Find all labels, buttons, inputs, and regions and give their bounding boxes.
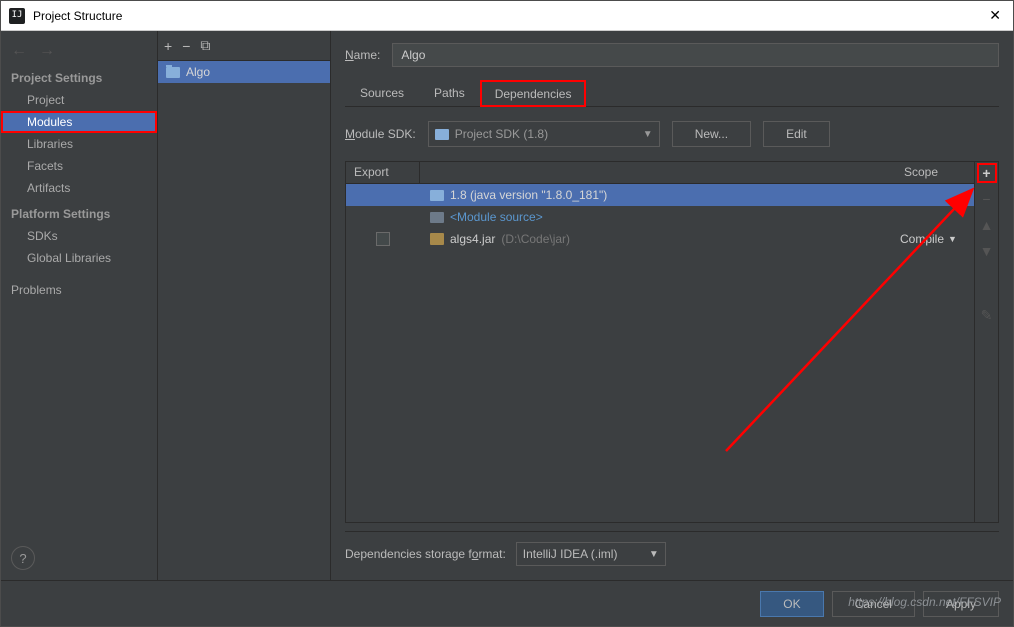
- remove-module-icon[interactable]: −: [182, 38, 190, 54]
- dep-row-algs4[interactable]: algs4.jar (D:\Code\jar) Compile ▼: [346, 228, 974, 250]
- titlebar: IJ Project Structure ✕: [1, 1, 1013, 31]
- help-button[interactable]: ?: [11, 546, 35, 570]
- move-up-button[interactable]: ▲: [978, 216, 996, 234]
- apply-button[interactable]: Apply: [923, 591, 999, 617]
- nav-item-facets[interactable]: Facets: [1, 155, 157, 177]
- deps-side-toolbar: + − ▲ ▼ ✎: [974, 162, 998, 522]
- dep-scope-select[interactable]: Compile ▼: [896, 232, 974, 246]
- project-structure-window: IJ Project Structure ✕ ← → Project Setti…: [0, 0, 1014, 627]
- deps-header-export: Export: [346, 162, 420, 183]
- module-sdk-select[interactable]: Project SDK (1.8) ▼: [428, 121, 660, 147]
- module-tree-panel: + − ⧉ Algo: [157, 31, 331, 580]
- new-sdk-button[interactable]: New...: [672, 121, 751, 147]
- ok-button[interactable]: OK: [760, 591, 823, 617]
- app-icon: IJ: [9, 8, 25, 24]
- main-panel: Name: Sources Paths Dependencies Module …: [331, 31, 1013, 580]
- move-down-button[interactable]: ▼: [978, 242, 996, 260]
- chevron-down-icon: ▼: [649, 549, 659, 560]
- dep-row-module-source[interactable]: <Module source>: [346, 206, 974, 228]
- name-label: Name:: [345, 48, 380, 62]
- dependencies-table: Export Scope 1.8 (java version "1.8.0_18…: [346, 162, 974, 522]
- folder-icon: [430, 190, 444, 201]
- settings-nav: ← → Project Settings Project Modules Lib…: [1, 31, 157, 580]
- tab-paths[interactable]: Paths: [419, 79, 480, 106]
- chevron-down-icon: ▼: [643, 129, 653, 140]
- nav-item-sdks[interactable]: SDKs: [1, 225, 157, 247]
- nav-item-artifacts[interactable]: Artifacts: [1, 177, 157, 199]
- edit-dependency-button[interactable]: ✎: [978, 306, 996, 324]
- nav-item-problems[interactable]: Problems: [1, 279, 157, 301]
- nav-section-platform: Platform Settings: [1, 199, 157, 225]
- tree-item-algo[interactable]: Algo: [158, 61, 330, 83]
- dep-path: (D:\Code\jar): [501, 232, 570, 246]
- tab-dependencies[interactable]: Dependencies: [480, 80, 587, 107]
- dep-text: algs4.jar: [450, 232, 495, 246]
- add-dependency-button[interactable]: +: [978, 164, 996, 182]
- nav-item-global-libraries[interactable]: Global Libraries: [1, 247, 157, 269]
- module-tabs: Sources Paths Dependencies: [345, 79, 999, 107]
- jar-icon: [430, 233, 444, 245]
- dep-text: 1.8 (java version "1.8.0_181"): [450, 188, 607, 202]
- dep-row-sdk[interactable]: 1.8 (java version "1.8.0_181"): [346, 184, 974, 206]
- dep-text: <Module source>: [450, 210, 543, 224]
- add-module-icon[interactable]: +: [164, 38, 172, 54]
- tree-toolbar: + − ⧉: [158, 31, 330, 61]
- dialog-footer: OK Cancel Apply https://blog.csdn.net/FF…: [1, 580, 1013, 626]
- chevron-down-icon: ▼: [948, 234, 957, 244]
- storage-format-select[interactable]: IntelliJ IDEA (.iml) ▼: [516, 542, 666, 566]
- nav-item-project[interactable]: Project: [1, 89, 157, 111]
- edit-sdk-button[interactable]: Edit: [763, 121, 830, 147]
- deps-header-scope: Scope: [896, 162, 974, 183]
- module-icon: [166, 67, 180, 78]
- window-title: Project Structure: [33, 9, 122, 23]
- dependencies-table-wrapper: Export Scope 1.8 (java version "1.8.0_18…: [345, 161, 999, 523]
- module-name-input[interactable]: [392, 43, 999, 67]
- nav-section-project: Project Settings: [1, 63, 157, 89]
- export-checkbox[interactable]: [376, 232, 390, 246]
- remove-dependency-button[interactable]: −: [978, 190, 996, 208]
- close-icon[interactable]: ✕: [985, 7, 1005, 24]
- sdk-icon: [435, 129, 449, 140]
- storage-format-label: Dependencies storage format:: [345, 547, 506, 561]
- tree-item-label: Algo: [186, 65, 210, 79]
- copy-module-icon[interactable]: ⧉: [200, 37, 210, 54]
- module-sdk-label: Module SDK:: [345, 127, 416, 141]
- sdk-value: Project SDK (1.8): [455, 127, 548, 141]
- forward-icon[interactable]: →: [39, 42, 55, 60]
- tab-sources[interactable]: Sources: [345, 79, 419, 106]
- back-icon[interactable]: ←: [11, 42, 27, 60]
- nav-item-modules[interactable]: Modules: [1, 111, 157, 133]
- cancel-button[interactable]: Cancel: [832, 591, 915, 617]
- folder-icon: [430, 212, 444, 223]
- nav-item-libraries[interactable]: Libraries: [1, 133, 157, 155]
